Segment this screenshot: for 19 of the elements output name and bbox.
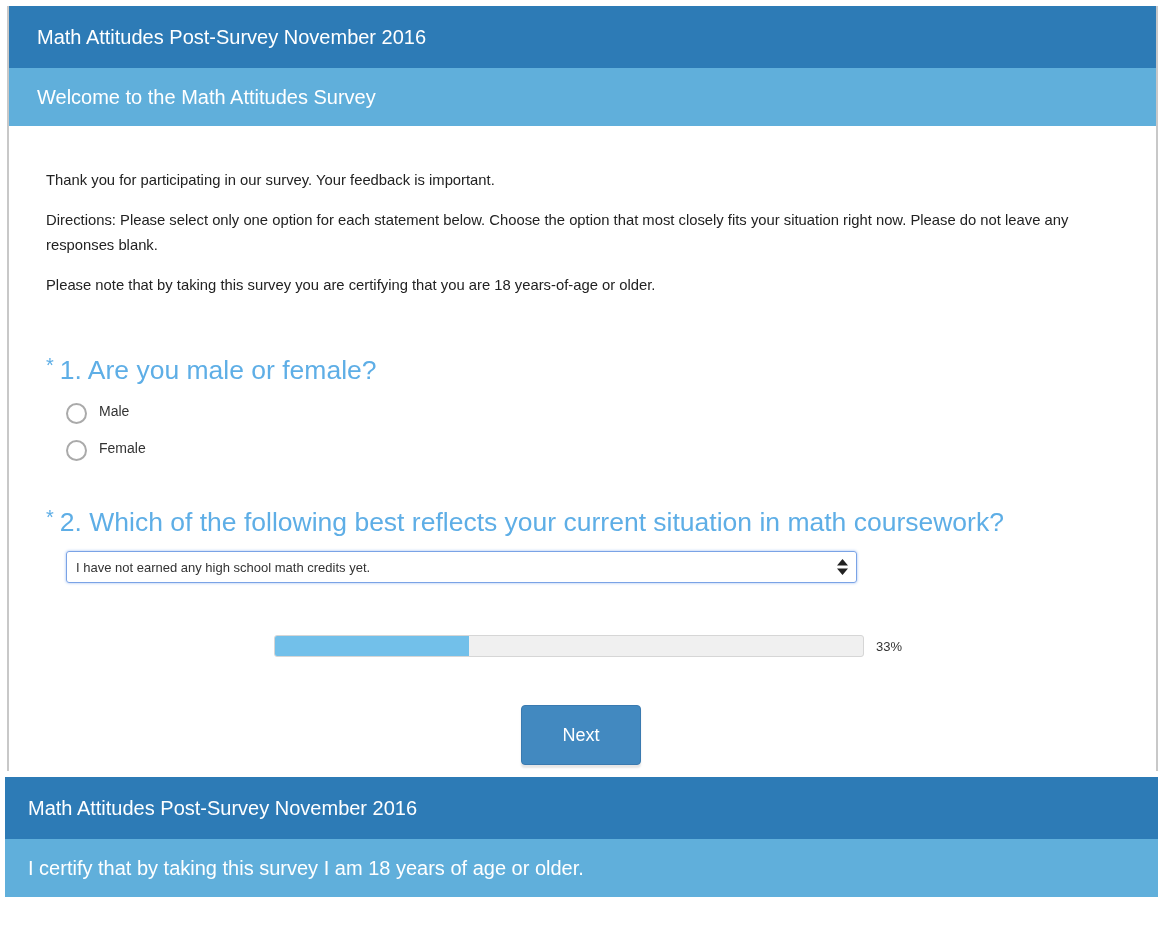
option-label: Male: [99, 402, 130, 419]
option-label: Female: [99, 439, 146, 456]
radio-button[interactable]: [66, 440, 87, 461]
page-title: Welcome to the Math Attitudes Survey: [37, 85, 376, 109]
survey-title: Math Attitudes Post-Survey November 2016: [37, 25, 427, 49]
page-title: I certify that by taking this survey I am 18 years of age or older.: [28, 856, 584, 880]
progress-percent: 33%: [876, 638, 903, 654]
radio-button[interactable]: [66, 403, 87, 424]
intro-paragraph: Please note that by taking this survey you are certifying that you are 18 years-of-age or older.: [46, 276, 657, 295]
survey-title: Math Attitudes Post-Survey November 2016: [28, 796, 418, 820]
required-marker: *: [46, 505, 54, 527]
question-title: 2. Which of the following best reflects your current situation in math coursework?: [59, 506, 1004, 539]
intro-paragraph: Thank you for participating in our survey. Your feedback is important.: [46, 171, 496, 190]
next-button[interactable]: Next: [521, 705, 641, 765]
question-title: 1. Are you male or female?: [59, 354, 377, 387]
sort-arrows-icon: [837, 559, 848, 575]
intro-paragraph: Directions: Please select only one option for each statement below. Choose the option that most closely fits your situation right now. Please do not leave any responses blank.: [46, 211, 1070, 255]
answer-dropdown[interactable]: I have not earned any high school math credits yet.: [66, 551, 857, 583]
required-marker: *: [46, 353, 54, 375]
